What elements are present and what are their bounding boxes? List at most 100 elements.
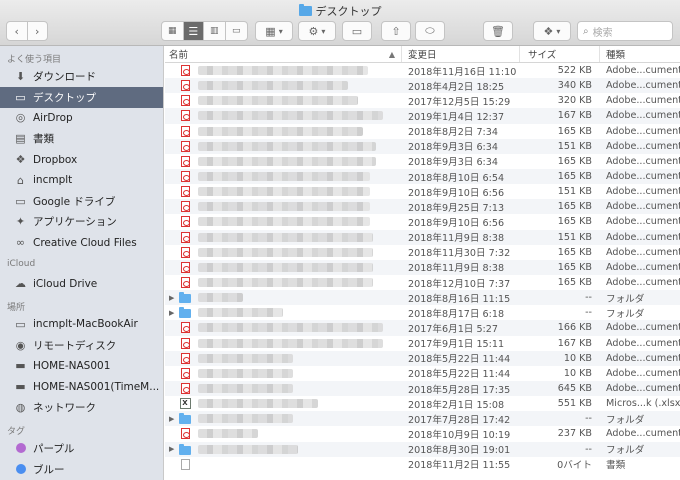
window-title: デスクトップ: [0, 3, 680, 19]
tag-button[interactable]: ⬭: [415, 21, 445, 41]
back-button[interactable]: ‹: [7, 22, 28, 40]
file-type-glyph: [180, 383, 190, 395]
forward-button[interactable]: ›: [28, 22, 48, 40]
file-row[interactable]: ▶ 2017年7月28日 17:42 -- フォルダ: [165, 411, 680, 427]
sidebar-item[interactable]: ◉ リモートディスク: [0, 335, 163, 356]
sidebar-item-label: HOME-NAS001: [33, 359, 111, 372]
file-row[interactable]: 2018年9月25日 7:13 165 KB Adobe...cument: [165, 199, 680, 215]
column-date-header[interactable]: 変更日: [402, 46, 520, 62]
column-size-header[interactable]: サイズ: [520, 46, 600, 62]
sidebar-item[interactable]: ▭ デスクトップ: [0, 86, 163, 108]
file-kind-cell: Adobe...cument: [606, 261, 680, 273]
file-size-cell: 166 KB: [557, 322, 592, 334]
file-kind-cell: Adobe...cument: [606, 383, 680, 395]
file-kind-cell: Adobe...cument: [606, 231, 680, 243]
file-name-cell: [165, 320, 402, 335]
file-row[interactable]: 2018年9月3日 6:34 165 KB Adobe...cument: [165, 154, 680, 169]
search-input[interactable]: ⌕ 検索: [577, 21, 673, 41]
column-view-button[interactable]: ▥: [204, 22, 226, 40]
view-mode-group: ▦ ☰ ▥ ▭: [161, 21, 248, 41]
column-name-header[interactable]: 名前 ▲: [165, 46, 402, 62]
file-row[interactable]: 2017年9月1日 15:11 167 KB Adobe...cument: [165, 336, 680, 351]
file-row[interactable]: 2018年8月10日 6:54 165 KB Adobe...cument: [165, 168, 680, 185]
file-type-glyph: [180, 428, 190, 440]
file-row[interactable]: 2018年11月2日 11:55 0バイト 書類: [165, 457, 680, 472]
trash-button[interactable]: 🗑: [483, 21, 513, 41]
file-name-cell: [165, 108, 402, 123]
file-row[interactable]: 2018年4月2日 18:25 340 KB Adobe...cument: [165, 78, 680, 94]
pdf-icon: [179, 201, 191, 213]
sidebar-item[interactable]: ◎ AirDrop: [0, 108, 163, 129]
folder-icon: [179, 292, 191, 304]
file-date-cell: 2017年7月28日 17:42: [408, 414, 511, 426]
file-kind-cell: Adobe...cument: [606, 95, 680, 107]
sidebar-item-label: HOME-NAS001(TimeM...: [33, 380, 160, 393]
sidebar-item[interactable]: ∞ Creative Cloud Files: [0, 232, 163, 253]
file-row[interactable]: 2017年6月1日 5:27 166 KB Adobe...cument: [165, 320, 680, 336]
file-row[interactable]: 2018年10月9日 10:19 237 KB Adobe...cument: [165, 426, 680, 441]
sidebar-item[interactable]: パープル: [0, 438, 163, 459]
sidebar-item[interactable]: ☁ iCloud Drive: [0, 273, 163, 294]
dropbox-button[interactable]: ❖ ▾: [533, 21, 571, 41]
file-date-cell: 2018年11月9日 8:38: [408, 263, 505, 275]
new-folder-button[interactable]: ▭: [342, 21, 372, 41]
disclosure-triangle-icon[interactable]: ▶: [165, 294, 179, 302]
list-view-button[interactable]: ☰: [183, 22, 205, 40]
tag-icon: ⬭: [425, 24, 435, 37]
sidebar-item[interactable]: ▬ HOME-NAS001: [0, 356, 163, 377]
file-name-cell: X: [165, 396, 402, 411]
file-row[interactable]: 2018年11月9日 8:38 151 KB Adobe...cument: [165, 229, 680, 245]
pdf-icon: [179, 110, 191, 122]
redacted-file-name: [198, 399, 318, 409]
file-date-cell: 2018年9月10日 6:56: [408, 217, 505, 229]
file-row[interactable]: 2018年9月3日 6:34 151 KB Adobe...cument: [165, 138, 680, 154]
file-kind-cell: Adobe...cument: [606, 428, 680, 440]
sidebar-item[interactable]: ▭ incmplt-MacBookAir: [0, 314, 163, 335]
file-row[interactable]: 2018年11月16日 11:10 522 KB Adobe...cument: [165, 63, 680, 78]
sidebar-item[interactable]: ◍ ネットワーク: [0, 397, 163, 418]
file-rows: 2018年11月16日 11:10 522 KB Adobe...cument 201…: [165, 63, 680, 472]
sidebar-item[interactable]: ✦ アプリケーション: [0, 212, 163, 233]
share-button[interactable]: ⇧: [381, 21, 411, 41]
sidebar-item[interactable]: ⌂ incmplt: [0, 170, 163, 191]
disclosure-triangle-icon[interactable]: ▶: [165, 415, 179, 423]
pdf-icon: [179, 322, 191, 334]
file-row[interactable]: 2018年8月2日 7:34 165 KB Adobe...cument: [165, 124, 680, 139]
disclosure-triangle-icon[interactable]: ▶: [165, 309, 179, 317]
file-kind-cell: Adobe...cument: [606, 337, 680, 349]
sidebar-item[interactable]: ▭ Google ドライブ: [0, 191, 163, 212]
icon-view-button[interactable]: ▦: [162, 22, 184, 40]
sidebar-item[interactable]: ⬇ ダウンロード: [0, 66, 163, 87]
arrange-button[interactable]: ▦ ▾: [255, 21, 293, 41]
redacted-file-name: [198, 384, 293, 394]
file-row[interactable]: ▶ 2018年8月30日 19:01 -- フォルダ: [165, 441, 680, 457]
file-row[interactable]: 2018年5月28日 17:35 645 KB Adobe...cument: [165, 380, 680, 397]
action-button[interactable]: ⚙ ▾: [298, 21, 336, 41]
file-row[interactable]: X 2018年2月1日 15:08 551 KB Micros...k (.xlsx): [165, 396, 680, 411]
disclosure-triangle-icon[interactable]: ▶: [165, 445, 179, 453]
file-size-cell: 10 KB: [563, 352, 592, 364]
file-row[interactable]: 2018年12月10日 7:37 165 KB Adobe...cument: [165, 275, 680, 290]
sidebar-item[interactable]: ▤ 書類: [0, 128, 163, 149]
sidebar-item[interactable]: ブルー: [0, 459, 163, 480]
file-row[interactable]: 2018年5月22日 11:44 10 KB Adobe...cument: [165, 366, 680, 381]
sidebar-item[interactable]: ▬ HOME-NAS001(TimeM...: [0, 376, 163, 397]
file-row[interactable]: 2018年5月22日 11:44 10 KB Adobe...cument: [165, 350, 680, 366]
pdf-icon: [179, 140, 191, 152]
sidebar-item-label: Google ドライブ: [33, 195, 116, 208]
file-type-glyph: [180, 110, 190, 122]
file-row[interactable]: 2018年9月10日 6:56 151 KB Adobe...cument: [165, 184, 680, 199]
file-row[interactable]: 2018年11月9日 8:38 165 KB Adobe...cument: [165, 259, 680, 275]
sidebar-item[interactable]: ❖ Dropbox: [0, 149, 163, 170]
file-row[interactable]: 2019年1月4日 12:37 167 KB Adobe...cument: [165, 108, 680, 124]
gallery-view-button[interactable]: ▭: [226, 22, 247, 40]
file-row[interactable]: 2018年9月10日 6:56 165 KB Adobe...cument: [165, 214, 680, 229]
column-kind-header[interactable]: 種類: [600, 46, 680, 62]
file-row[interactable]: 2017年12月5日 15:29 320 KB Adobe...cument: [165, 93, 680, 108]
file-row[interactable]: ▶ 2018年8月17日 6:18 -- フォルダ: [165, 305, 680, 320]
file-size-cell: --: [585, 307, 592, 319]
file-row[interactable]: 2018年11月30日 7:32 165 KB Adobe...cument: [165, 245, 680, 260]
file-type-glyph: [180, 155, 190, 167]
server-icon: ▬: [15, 359, 26, 373]
file-row[interactable]: ▶ 2018年8月16日 11:15 -- フォルダ: [165, 290, 680, 306]
